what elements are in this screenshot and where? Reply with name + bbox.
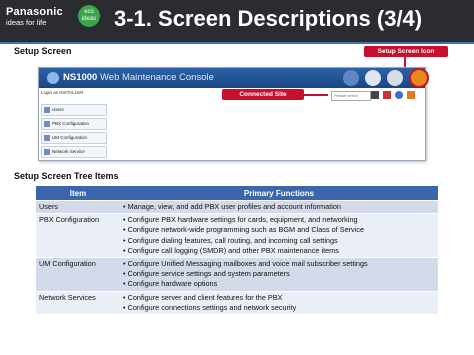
slide-title: 3-1. Screen Descriptions (3/4)	[114, 6, 423, 31]
console-title: NS1000 Web Maintenance Console	[63, 72, 214, 83]
ideas-label: ideas	[81, 16, 97, 22]
function-item: Configure service settings and system pa…	[123, 269, 435, 279]
tree-item-label: UM Configuration	[52, 135, 88, 140]
connected-site-callout: Connected Site	[222, 89, 304, 100]
table-row: UM Configuration Configure Unified Messa…	[36, 257, 438, 292]
tree-item-pbx-configuration[interactable]: PBX Configuration	[41, 118, 107, 130]
tree-item-users[interactable]: Users	[41, 104, 107, 116]
um-icon	[44, 135, 50, 141]
brand-name: Panasonic	[6, 6, 63, 18]
header-divider	[0, 42, 474, 44]
refresh-icon[interactable]	[383, 91, 391, 99]
tree-items-heading: Setup Screen Tree Items	[14, 171, 119, 181]
item-cell: Users	[36, 200, 120, 214]
function-item: Configure dialing features, call routing…	[123, 236, 435, 246]
tree-items-table: Item Primary Functions Users Manage, vie…	[36, 186, 438, 315]
tree-item-network-service[interactable]: Network Service	[41, 146, 107, 158]
function-item: Manage, view, and add PBX user profiles …	[123, 202, 435, 212]
save-icon[interactable]	[371, 91, 379, 99]
functions-cell: Manage, view, and add PBX user profiles …	[120, 200, 438, 214]
function-item: Configure connections settings and netwo…	[123, 303, 435, 313]
function-item: Configure call logging (SMDR) and other …	[123, 246, 435, 256]
tree-item-um-configuration[interactable]: UM Configuration	[41, 132, 107, 144]
logout-icon[interactable]	[407, 91, 415, 99]
network-icon	[44, 149, 50, 155]
functions-cell: Configure Unified Messaging mailboxes an…	[120, 257, 438, 292]
pbx-icon	[44, 121, 50, 127]
eco-label: eco	[84, 9, 94, 15]
console-subtitle: Web Maintenance Console	[99, 72, 214, 83]
table-header-row: Item Primary Functions	[36, 186, 438, 201]
functions-cell: Configure PBX hardware settings for card…	[120, 213, 438, 258]
function-item: Configure Unified Messaging mailboxes an…	[123, 259, 435, 269]
item-cell: UM Configuration	[36, 257, 120, 292]
connected-site-select[interactable]: Please select	[331, 91, 371, 101]
table-row: Users Manage, view, and add PBX user pro…	[36, 200, 438, 214]
login-status: Login as INSTALLER	[41, 90, 84, 95]
column-header-primary-functions: Primary Functions	[120, 186, 438, 201]
table-row: Network Services Configure server and cl…	[36, 291, 438, 315]
slide-header: Panasonic ideas for life eco ideas 3-1. …	[0, 0, 474, 42]
gear-icon[interactable]	[387, 70, 403, 86]
setup-icon[interactable]	[409, 68, 429, 88]
tree-item-label: Users	[52, 107, 64, 112]
console-logo-icon	[47, 72, 59, 84]
function-item: Configure PBX hardware settings for card…	[123, 215, 435, 225]
eco-ideas-logo: eco ideas	[78, 5, 100, 27]
item-cell: Network Services	[36, 291, 120, 315]
console-title-bar: NS1000 Web Maintenance Console	[39, 68, 429, 88]
tree-item-label: PBX Configuration	[52, 121, 90, 126]
column-header-item: Item	[36, 186, 120, 201]
brand-tagline: ideas for life	[6, 18, 47, 27]
setup-tree: Users PBX Configuration UM Configuration…	[41, 104, 107, 160]
function-item: Configure network-wide programming such …	[123, 225, 435, 235]
home-icon[interactable]	[343, 70, 359, 86]
functions-cell: Configure server and client features for…	[120, 291, 438, 315]
callout-arrow	[304, 94, 328, 96]
console-product: NS1000	[63, 72, 98, 83]
tree-item-label: Network Service	[52, 149, 85, 154]
panasonic-logo: Panasonic ideas for life	[6, 6, 63, 27]
item-cell: PBX Configuration	[36, 213, 120, 258]
help-icon[interactable]	[395, 91, 403, 99]
function-item: Configure hardware options	[123, 279, 435, 289]
function-item: Configure server and client features for…	[123, 293, 435, 303]
setup-screen-icon-callout: Setup Screen Icon	[364, 46, 448, 57]
setup-screen-heading: Setup Screen	[14, 46, 72, 56]
table-row: PBX Configuration Configure PBX hardware…	[36, 213, 438, 258]
web-maintenance-console-screenshot: NS1000 Web Maintenance Console Login as …	[38, 67, 429, 161]
tools-icon[interactable]	[365, 70, 381, 86]
users-icon	[44, 107, 50, 113]
